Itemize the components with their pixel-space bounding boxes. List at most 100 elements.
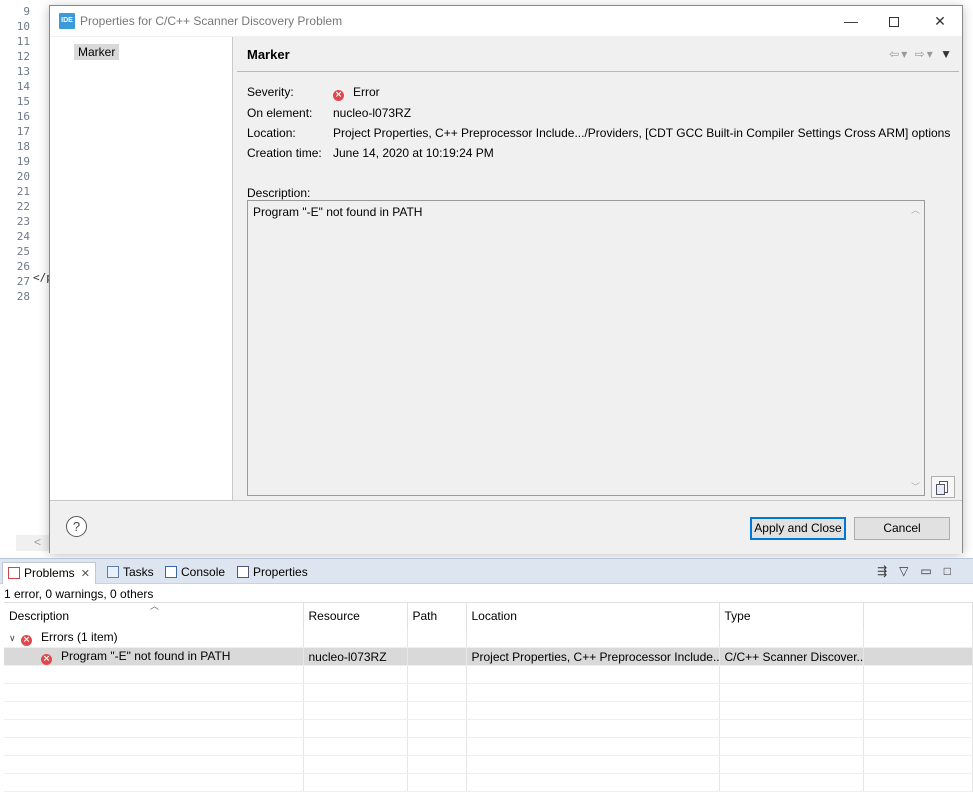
column-header-path[interactable]: Path xyxy=(407,602,467,630)
column-header-type[interactable]: Type xyxy=(719,602,864,630)
empty-row xyxy=(4,737,973,756)
column-header-filler xyxy=(863,602,973,630)
tab-properties[interactable]: Properties xyxy=(232,562,313,584)
copy-to-clipboard-button[interactable] xyxy=(931,476,955,498)
on-element-value: nucleo-l073RZ xyxy=(333,106,412,120)
creation-time-label: Creation time: xyxy=(247,146,322,160)
view-toolbar: ⇶▽▭□ xyxy=(877,564,963,578)
tab-problems[interactable]: Problems ✕ xyxy=(2,562,96,584)
creation-time-value: June 14, 2020 at 10:19:24 PM xyxy=(333,146,494,160)
scroll-up-icon[interactable]: ︿ xyxy=(911,203,920,216)
column-header-location[interactable]: Location xyxy=(466,602,720,630)
line-number: 11 xyxy=(16,35,30,48)
description-text[interactable]: Program "-E" not found in PATH xyxy=(253,205,422,219)
line-number: 25 xyxy=(16,245,30,258)
location-label: Location: xyxy=(247,126,296,140)
table-header-row: Description Resource Path Location Type xyxy=(4,602,973,630)
line-number: 22 xyxy=(16,200,30,213)
properties-dialog: IDE Properties for C/C++ Scanner Discove… xyxy=(49,5,963,554)
severity-text: Error xyxy=(353,85,380,99)
tab-console-label: Console xyxy=(181,565,226,579)
line-number-gutter: 9 10 11 12 13 14 15 16 17 18 19 20 21 22… xyxy=(0,4,30,304)
apply-and-close-button[interactable]: Apply and Close xyxy=(750,517,846,540)
view-tab-strip: Problems ✕ Tasks Console Properties ⇶▽▭□ xyxy=(0,558,973,584)
problems-table: Description Resource Path Location Type … xyxy=(4,602,973,792)
description-scrollbar[interactable]: ︿ ﹀ xyxy=(908,201,924,495)
group-cell[interactable]: ∨ × Errors (1 item) xyxy=(4,629,304,648)
empty-row xyxy=(4,773,973,792)
severity-value: × Error xyxy=(333,85,380,101)
description-textarea[interactable]: Program "-E" not found in PATH ︿ ﹀ xyxy=(247,200,925,496)
empty-row xyxy=(4,755,973,774)
problem-path[interactable] xyxy=(407,647,467,666)
help-button[interactable]: ? xyxy=(66,516,87,537)
on-element-label: On element: xyxy=(247,106,313,120)
location-value: Project Properties, C++ Preprocessor Inc… xyxy=(333,126,951,140)
problem-resource[interactable]: nucleo-l073RZ xyxy=(303,647,408,666)
back-dropdown-icon[interactable]: ▾ xyxy=(901,47,909,61)
tab-tasks-label: Tasks xyxy=(123,565,154,579)
view-menu-icon[interactable]: ▽ xyxy=(899,564,920,578)
dialog-titlebar[interactable]: IDE Properties for C/C++ Scanner Discove… xyxy=(50,6,962,36)
empty-row xyxy=(4,665,973,684)
problems-icon xyxy=(8,567,20,579)
cancel-button[interactable]: Cancel xyxy=(854,517,950,540)
error-icon: × xyxy=(21,635,32,647)
severity-label: Severity: xyxy=(247,85,294,99)
line-number: 19 xyxy=(16,155,30,168)
column-header-description[interactable]: Description xyxy=(4,602,304,630)
line-number: 10 xyxy=(16,20,30,33)
line-number: 16 xyxy=(16,110,30,123)
heading-divider xyxy=(237,71,959,72)
copy-icon-back xyxy=(936,484,945,495)
minimize-view-icon[interactable]: ▭ xyxy=(920,564,943,578)
description-label: Description: xyxy=(247,186,311,200)
line-number: 21 xyxy=(16,185,30,198)
page-navigation-toolbar: ⇦▾ ⇨▾ ▼ xyxy=(889,47,954,61)
line-number: 9 xyxy=(23,5,30,18)
dialog-title: Properties for C/C++ Scanner Discovery P… xyxy=(80,14,343,28)
close-tab-icon[interactable]: ✕ xyxy=(81,568,90,580)
problem-location[interactable]: Project Properties, C++ Preprocessor Inc… xyxy=(466,647,720,666)
line-number: 17 xyxy=(16,125,30,138)
chevron-down-icon[interactable]: ∨ xyxy=(9,633,21,644)
tree-group-row[interactable]: ∨ × Errors (1 item) xyxy=(4,629,973,648)
ide-app-icon: IDE xyxy=(59,13,75,29)
empty-row xyxy=(4,683,973,702)
properties-icon xyxy=(237,566,249,578)
line-number: 26 xyxy=(16,260,30,273)
empty-row xyxy=(4,719,973,738)
scroll-left-arrow-icon[interactable]: < xyxy=(34,535,41,549)
maximize-view-icon[interactable]: □ xyxy=(944,564,963,578)
problem-description-cell[interactable]: × Program "-E" not found in PATH xyxy=(4,647,304,666)
problems-view: Problems ✕ Tasks Console Properties ⇶▽▭□ … xyxy=(0,558,973,792)
sidebar-item-marker[interactable]: Marker xyxy=(74,44,120,60)
dialog-button-bar: ? Apply and Close Cancel xyxy=(50,500,962,554)
filter-icon[interactable]: ⇶ xyxy=(877,564,899,578)
view-menu-icon[interactable]: ▼ xyxy=(940,47,954,61)
forward-dropdown-icon[interactable]: ▾ xyxy=(927,47,935,61)
tab-properties-label: Properties xyxy=(253,565,308,579)
tab-console[interactable]: Console xyxy=(160,562,230,584)
error-icon: × xyxy=(333,90,344,101)
line-number: 12 xyxy=(16,50,30,63)
tab-tasks[interactable]: Tasks xyxy=(102,562,159,584)
group-label: Errors (1 item) xyxy=(41,630,118,645)
maximize-button[interactable] xyxy=(871,6,917,36)
forward-arrow-icon[interactable]: ⇨ xyxy=(915,47,927,61)
line-number: 23 xyxy=(16,215,30,228)
problem-type[interactable]: C/C++ Scanner Discover... xyxy=(719,647,864,666)
error-icon: × xyxy=(41,653,52,665)
minimize-button[interactable]: — xyxy=(828,6,874,36)
dialog-content: Marker ⇦▾ ⇨▾ ▼ Severity: × Error On eleme… xyxy=(235,37,962,500)
table-row[interactable]: × Program "-E" not found in PATH nucleo-l… xyxy=(4,647,973,666)
page-title: Marker xyxy=(247,47,290,62)
scroll-down-icon[interactable]: ﹀ xyxy=(911,480,920,493)
console-icon xyxy=(165,566,177,578)
close-button[interactable]: ✕ xyxy=(917,6,963,36)
back-arrow-icon[interactable]: ⇦ xyxy=(889,47,901,61)
dialog-sidebar: Marker xyxy=(50,37,233,500)
line-number: 27 xyxy=(16,275,30,288)
empty-row xyxy=(4,701,973,720)
column-header-resource[interactable]: Resource xyxy=(303,602,408,630)
